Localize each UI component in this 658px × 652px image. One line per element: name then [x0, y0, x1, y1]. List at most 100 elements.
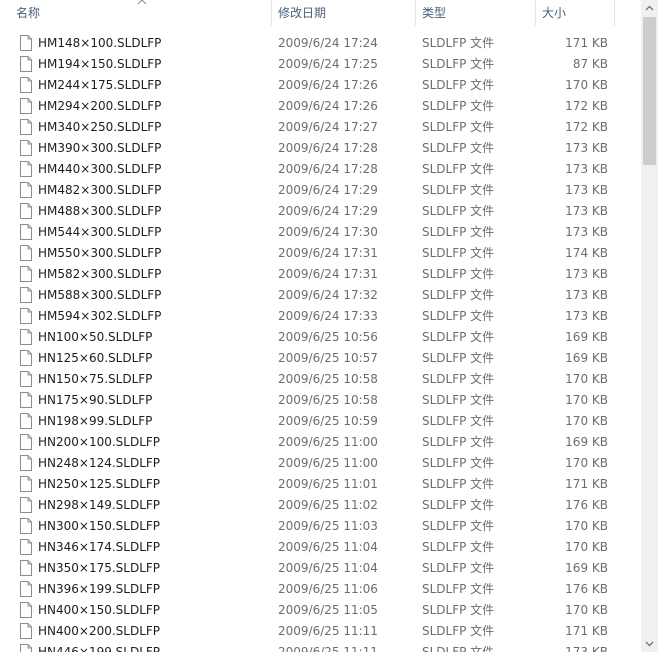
file-row[interactable]: HN298×149.SLDLFP 2009/6/25 11:02 SLDLFP 文件… [0, 495, 640, 516]
file-row[interactable]: HN396×199.SLDLFP 2009/6/25 11:06 SLDLFP 文件… [0, 579, 640, 600]
document-icon [20, 644, 32, 652]
file-type: SLDLFP 文件 [422, 624, 495, 638]
file-name: HN250×125.SLDLFP [38, 477, 161, 491]
file-name: HM148×100.SLDLFP [38, 36, 162, 50]
file-size: 174 KB [565, 246, 608, 260]
document-icon [20, 98, 32, 114]
file-name: HM294×200.SLDLFP [38, 99, 162, 113]
file-size: 172 KB [565, 99, 608, 113]
file-modified-date: 2009/6/25 11:06 [278, 582, 378, 596]
file-row[interactable]: HN400×200.SLDLFP 2009/6/25 11:11 SLDLFP 文件… [0, 621, 640, 642]
column-header-size[interactable]: 大小 [536, 0, 614, 26]
file-row[interactable]: HM440×300.SLDLFP 2009/6/24 17:28 SLDLFP 文件… [0, 159, 640, 180]
document-icon [20, 455, 32, 471]
document-icon [20, 350, 32, 366]
column-header-date[interactable]: 修改日期 [272, 0, 414, 26]
file-row[interactable]: HN125×60.SLDLFP 2009/6/25 10:57 SLDLFP 文件 1… [0, 348, 640, 369]
file-row[interactable]: HM582×300.SLDLFP 2009/6/24 17:31 SLDLFP 文件… [0, 264, 640, 285]
file-row[interactable]: HM544×300.SLDLFP 2009/6/24 17:30 SLDLFP 文件… [0, 222, 640, 243]
file-size: 176 KB [565, 582, 608, 596]
file-modified-date: 2009/6/25 10:57 [278, 351, 378, 365]
file-modified-date: 2009/6/24 17:33 [278, 309, 378, 323]
file-row[interactable]: HN100×50.SLDLFP 2009/6/25 10:56 SLDLFP 文件 1… [0, 327, 640, 348]
file-name: HN300×150.SLDLFP [38, 519, 161, 533]
file-row[interactable]: HM390×300.SLDLFP 2009/6/24 17:28 SLDLFP 文件… [0, 138, 640, 159]
file-type: SLDLFP 文件 [422, 183, 495, 197]
document-icon [20, 623, 32, 639]
file-row[interactable]: HN400×150.SLDLFP 2009/6/25 11:05 SLDLFP 文件… [0, 600, 640, 621]
file-row[interactable]: HM550×300.SLDLFP 2009/6/24 17:31 SLDLFP 文件… [0, 243, 640, 264]
file-row[interactable]: HN198×99.SLDLFP 2009/6/25 10:59 SLDLFP 文件 1… [0, 411, 640, 432]
file-list: HM148×100.SLDLFP 2009/6/24 17:24 SLDLFP 文件… [0, 33, 640, 652]
file-name: HM440×300.SLDLFP [38, 162, 162, 176]
file-row[interactable]: HN248×124.SLDLFP 2009/6/25 11:00 SLDLFP 文件… [0, 453, 640, 474]
file-type: SLDLFP 文件 [422, 477, 495, 491]
file-size: 173 KB [565, 162, 608, 176]
file-name: HM390×300.SLDLFP [38, 141, 162, 155]
scrollbar-thumb[interactable] [643, 17, 656, 165]
file-row[interactable]: HM294×200.SLDLFP 2009/6/24 17:26 SLDLFP 文件… [0, 96, 640, 117]
file-type: SLDLFP 文件 [422, 36, 495, 50]
file-type: SLDLFP 文件 [422, 309, 495, 323]
file-row[interactable]: HN446×199.SLDLFP 2009/6/25 11:11 SLDLFP 文件… [0, 642, 640, 652]
file-modified-date: 2009/6/24 17:27 [278, 120, 378, 134]
file-row[interactable]: HN350×175.SLDLFP 2009/6/25 11:04 SLDLFP 文件… [0, 558, 640, 579]
file-size: 170 KB [565, 519, 608, 533]
file-size: 170 KB [565, 456, 608, 470]
file-modified-date: 2009/6/25 10:58 [278, 393, 378, 407]
file-modified-date: 2009/6/24 17:30 [278, 225, 378, 239]
document-icon [20, 203, 32, 219]
file-row[interactable]: HM340×250.SLDLFP 2009/6/24 17:27 SLDLFP 文件… [0, 117, 640, 138]
file-row[interactable]: HM488×300.SLDLFP 2009/6/24 17:29 SLDLFP 文件… [0, 201, 640, 222]
file-type: SLDLFP 文件 [422, 561, 495, 575]
file-name: HN175×90.SLDLFP [38, 393, 153, 407]
file-type: SLDLFP 文件 [422, 288, 495, 302]
file-row[interactable]: HN250×125.SLDLFP 2009/6/25 11:01 SLDLFP 文件… [0, 474, 640, 495]
scroll-down-arrow-icon[interactable] [641, 635, 658, 652]
column-divider[interactable] [614, 0, 615, 26]
file-size: 170 KB [565, 603, 608, 617]
file-size: 171 KB [565, 477, 608, 491]
file-row[interactable]: HN300×150.SLDLFP 2009/6/25 11:03 SLDLFP 文件… [0, 516, 640, 537]
file-modified-date: 2009/6/25 11:05 [278, 603, 378, 617]
file-row[interactable]: HM594×302.SLDLFP 2009/6/24 17:33 SLDLFP 文件… [0, 306, 640, 327]
file-type: SLDLFP 文件 [422, 225, 495, 239]
document-icon [20, 56, 32, 72]
scroll-up-arrow-icon[interactable] [641, 0, 658, 17]
file-type: SLDLFP 文件 [422, 99, 495, 113]
document-icon [20, 539, 32, 555]
column-header-type[interactable]: 类型 [416, 0, 534, 26]
file-type: SLDLFP 文件 [422, 120, 495, 134]
document-icon [20, 308, 32, 324]
file-modified-date: 2009/6/24 17:32 [278, 288, 378, 302]
file-row[interactable]: HN175×90.SLDLFP 2009/6/25 10:58 SLDLFP 文件 1… [0, 390, 640, 411]
file-row[interactable]: HM588×300.SLDLFP 2009/6/24 17:32 SLDLFP 文件… [0, 285, 640, 306]
file-size: 172 KB [565, 120, 608, 134]
document-icon [20, 224, 32, 240]
file-size: 170 KB [565, 414, 608, 428]
file-row[interactable]: HN200×100.SLDLFP 2009/6/25 11:00 SLDLFP 文件… [0, 432, 640, 453]
document-icon [20, 245, 32, 261]
vertical-scrollbar[interactable] [641, 0, 658, 652]
file-modified-date: 2009/6/25 11:04 [278, 540, 378, 554]
document-icon [20, 581, 32, 597]
file-modified-date: 2009/6/25 11:11 [278, 624, 378, 638]
file-type: SLDLFP 文件 [422, 498, 495, 512]
file-size: 171 KB [565, 624, 608, 638]
file-type: SLDLFP 文件 [422, 141, 495, 155]
file-modified-date: 2009/6/24 17:28 [278, 162, 378, 176]
file-row[interactable]: HM148×100.SLDLFP 2009/6/24 17:24 SLDLFP 文件… [0, 33, 640, 54]
document-icon [20, 413, 32, 429]
file-name: HM582×300.SLDLFP [38, 267, 162, 281]
file-row[interactable]: HM194×150.SLDLFP 2009/6/24 17:25 SLDLFP 文件… [0, 54, 640, 75]
file-size: 169 KB [565, 561, 608, 575]
file-row[interactable]: HN346×174.SLDLFP 2009/6/25 11:04 SLDLFP 文件… [0, 537, 640, 558]
document-icon [20, 35, 32, 51]
file-row[interactable]: HM244×175.SLDLFP 2009/6/24 17:26 SLDLFP 文件… [0, 75, 640, 96]
document-icon [20, 266, 32, 282]
file-modified-date: 2009/6/24 17:31 [278, 267, 378, 281]
file-type: SLDLFP 文件 [422, 540, 495, 554]
file-row[interactable]: HN150×75.SLDLFP 2009/6/25 10:58 SLDLFP 文件 1… [0, 369, 640, 390]
file-row[interactable]: HM482×300.SLDLFP 2009/6/24 17:29 SLDLFP 文件… [0, 180, 640, 201]
file-name: HN350×175.SLDLFP [38, 561, 161, 575]
